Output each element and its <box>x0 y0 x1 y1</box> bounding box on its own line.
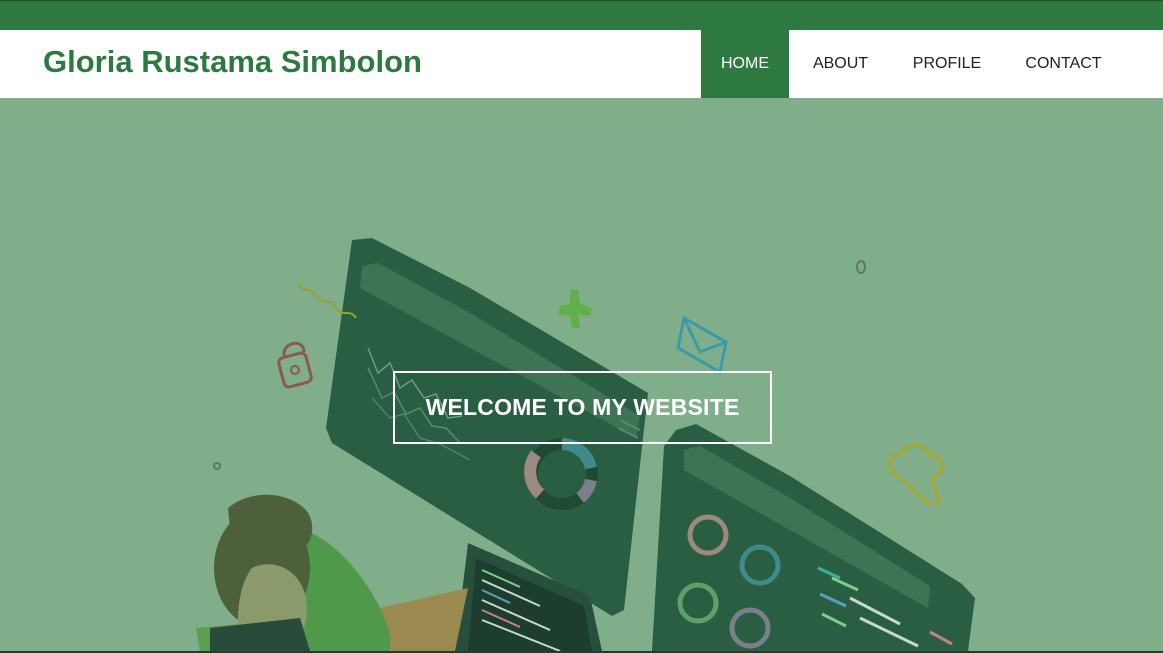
lock-icon <box>277 341 313 389</box>
site-title[interactable]: Gloria Rustama Simbolon <box>43 44 422 80</box>
plus-icon <box>558 290 592 328</box>
right-dashboard-panel <box>652 424 975 651</box>
main-nav: HOME ABOUT PROFILE CONTACT <box>701 30 1125 98</box>
welcome-banner: WELCOME TO MY WEBSITE <box>393 371 772 444</box>
site-header: Gloria Rustama Simbolon HOME ABOUT PROFI… <box>0 30 1163 98</box>
hero-section: WELCOME TO MY WEBSITE <box>0 98 1163 651</box>
top-accent-bar <box>0 0 1163 30</box>
mail-icon <box>676 315 728 375</box>
nav-item-home[interactable]: HOME <box>701 30 789 98</box>
nav-item-contact[interactable]: CONTACT <box>1002 30 1125 98</box>
nav-item-profile[interactable]: PROFILE <box>892 30 1002 98</box>
cloud-icon <box>887 443 943 506</box>
nav-item-about[interactable]: ABOUT <box>789 30 892 98</box>
person-illustration <box>196 494 391 651</box>
